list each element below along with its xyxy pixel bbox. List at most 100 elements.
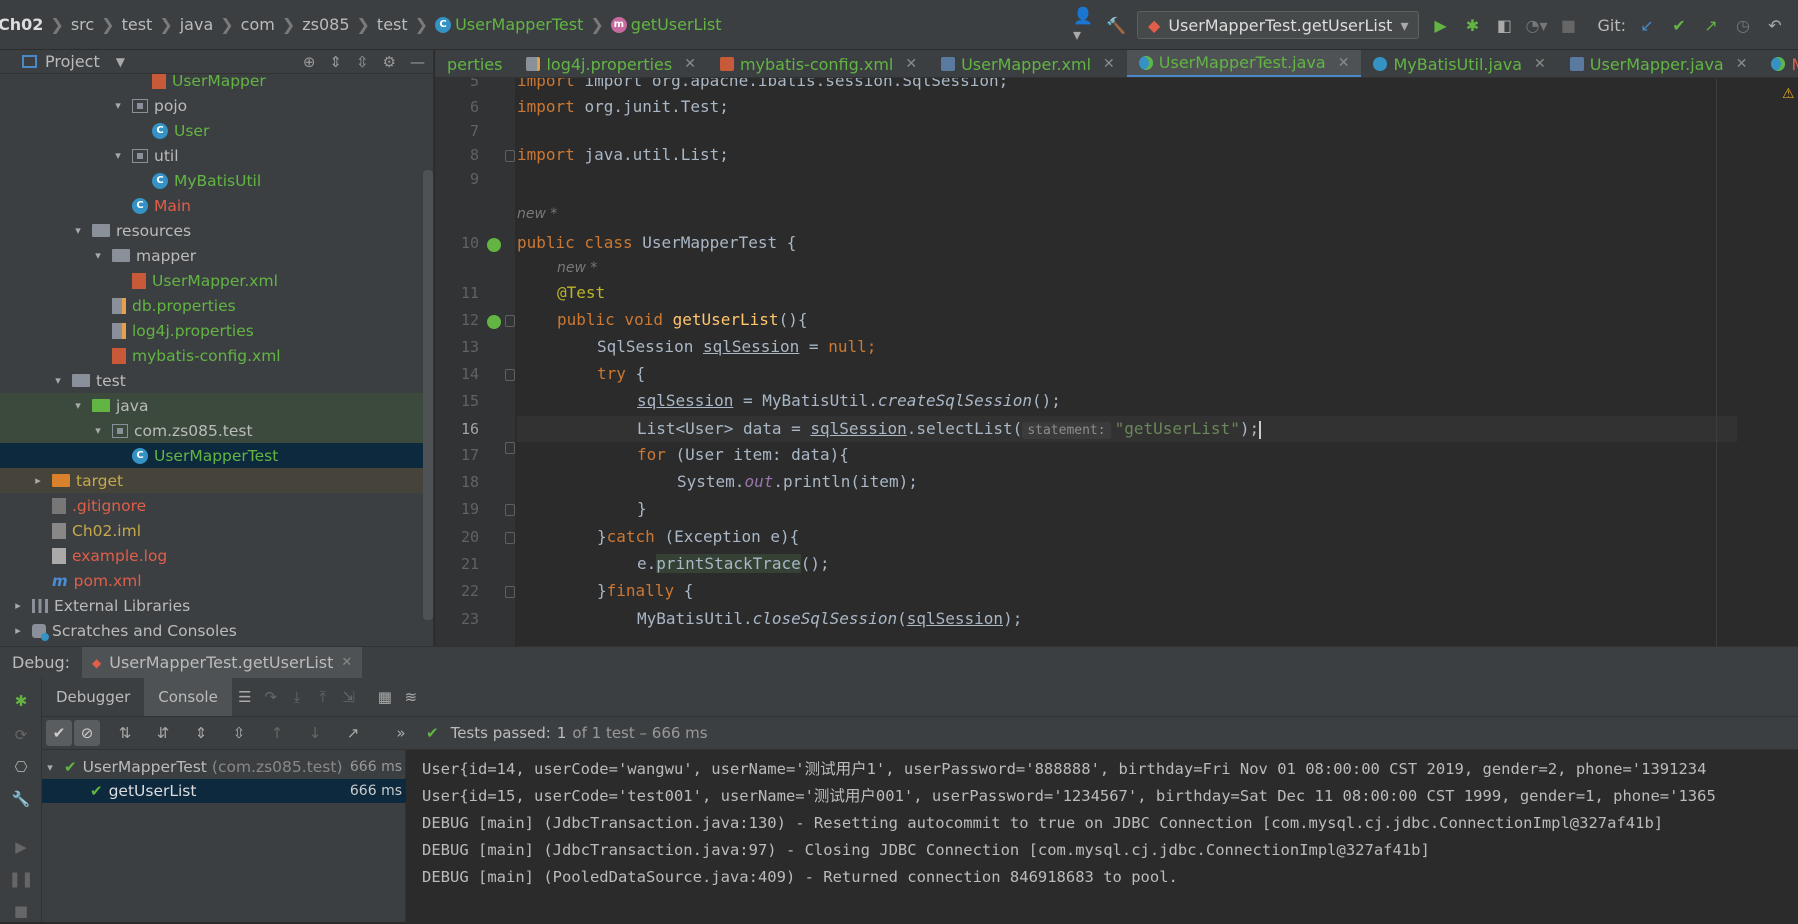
code-editor[interactable]: 5 6 7 8 9 10 11 12 13 14 15 16 17 18 19 20 21 22 23 import…	[435, 78, 1798, 646]
editor-tab[interactable]: mybatis-config.xml ✕	[708, 50, 929, 77]
code-line[interactable]: import java.util.List;	[517, 142, 1737, 168]
tree-item[interactable]: example.log	[0, 543, 424, 568]
fold-icon[interactable]	[505, 504, 515, 516]
sort-alpha-icon[interactable]: ⇅	[112, 720, 138, 746]
scrollbar[interactable]	[423, 170, 433, 620]
code-line-current[interactable]: List<User> data = sqlSession.selectList(…	[517, 416, 1737, 442]
evaluate-icon[interactable]: ▦	[372, 684, 398, 710]
rollback-icon[interactable]: ↶	[1764, 14, 1786, 36]
chevron-down-icon[interactable]: ▾	[52, 374, 64, 387]
editor-tab[interactable]: perties	[435, 50, 514, 77]
menu-icon[interactable]: ☰	[232, 684, 258, 710]
chevron-down-icon[interactable]: ▾	[72, 399, 84, 412]
close-icon[interactable]: ✕	[905, 56, 917, 72]
test-suite-row[interactable]: ▾ ✔ UserMapperTest (com.zs085.test) 666 …	[42, 755, 406, 779]
coverage-icon[interactable]: ◧	[1493, 14, 1515, 36]
stop-icon[interactable]: ■	[1557, 14, 1579, 36]
tree-item[interactable]: UserMapper.xml	[0, 268, 424, 293]
tree-item[interactable]: C User	[0, 118, 424, 143]
tree-item[interactable]: C Main	[0, 193, 424, 218]
fold-icon[interactable]	[505, 315, 515, 327]
code-line[interactable]: @Test	[517, 280, 1737, 306]
breadcrumb-item[interactable]: java	[180, 15, 214, 34]
fold-icon[interactable]	[505, 532, 515, 544]
breadcrumb-item[interactable]: m getUserList	[610, 15, 722, 34]
code-line[interactable]: System.out.println(item);	[517, 469, 1737, 495]
resume-icon[interactable]: ▶	[8, 834, 34, 860]
tree-item[interactable]: ▸ Scratches and Consoles	[0, 618, 424, 643]
breadcrumb-item[interactable]: src	[71, 15, 94, 34]
step-into-icon[interactable]: ⤓	[284, 684, 310, 710]
collapse-all-icon[interactable]: ⇳	[226, 720, 252, 746]
tree-item[interactable]: mybatis-config.xml	[0, 343, 424, 368]
close-icon[interactable]: ✕	[1103, 56, 1115, 72]
code-line[interactable]: SqlSession sqlSession = null;	[517, 334, 1737, 360]
chevron-down-icon[interactable]: ▾	[92, 424, 104, 437]
tree-item[interactable]: ▾ mapper	[0, 243, 424, 268]
line-number[interactable]: 9	[435, 170, 485, 188]
run-test-icon[interactable]	[487, 238, 501, 252]
expand-all-icon[interactable]: ⇕	[329, 53, 342, 71]
locate-icon[interactable]: ⊕	[303, 53, 316, 71]
code-line[interactable]: for (User item: data){	[517, 442, 1737, 468]
editor-tab[interactable]: Main.java✕	[1759, 50, 1798, 77]
fold-icon[interactable]	[505, 442, 515, 454]
user-icon[interactable]: 👤▾	[1073, 6, 1095, 44]
next-failed-icon[interactable]: ↓	[302, 720, 328, 746]
code-line[interactable]: public class UserMapperTest {	[517, 230, 1737, 256]
code-line[interactable]: }	[517, 496, 1737, 522]
code-line[interactable]: public void getUserList(){	[517, 307, 1737, 333]
code-area[interactable]: import import org.apache.ibatis.session.…	[517, 78, 1737, 646]
tree-item[interactable]: ▸ target	[0, 468, 424, 493]
export-icon[interactable]: ↗	[340, 720, 366, 746]
code-line[interactable]: e.printStackTrace();	[517, 551, 1737, 577]
tree-item[interactable]: ▾ pojo	[0, 93, 424, 118]
editor-tab[interactable]: UserMapper.xml ✕	[929, 50, 1127, 77]
run-configuration-select[interactable]: ◆ UserMapperTest.getUserList ▾	[1137, 11, 1420, 39]
breadcrumb-item[interactable]: test	[122, 15, 153, 34]
code-author-hint[interactable]: new *	[557, 260, 597, 276]
line-number[interactable]: 6	[435, 98, 485, 116]
collapse-all-icon[interactable]: ⇳	[356, 53, 369, 71]
line-number[interactable]: 20	[435, 528, 485, 546]
run-icon[interactable]: ▶	[1429, 14, 1451, 36]
profile-icon[interactable]: ◔▾	[1525, 14, 1547, 36]
close-icon[interactable]: ✕	[1736, 56, 1748, 72]
chevron-right-icon[interactable]: ▸	[32, 474, 44, 487]
fold-icon[interactable]	[505, 586, 515, 598]
step-over-icon[interactable]: ↷	[258, 684, 284, 710]
fold-icon[interactable]	[505, 369, 515, 381]
line-number[interactable]: 22	[435, 582, 485, 600]
run-test-icon[interactable]	[487, 315, 501, 329]
chevron-down-icon[interactable]: ▾	[92, 249, 104, 262]
line-number[interactable]: 5	[435, 78, 485, 90]
show-passed-icon[interactable]: ✔	[46, 720, 72, 746]
code-line[interactable]: import import org.apache.ibatis.session.…	[517, 78, 1737, 94]
minimize-icon[interactable]: —	[410, 53, 425, 71]
tree-item[interactable]: db.properties	[0, 293, 424, 318]
tree-item[interactable]: m pom.xml	[0, 568, 424, 593]
line-number[interactable]: 14	[435, 365, 485, 383]
stop-icon[interactable]: ■	[8, 898, 34, 924]
breadcrumb-item[interactable]: zs085	[302, 15, 349, 34]
breadcrumb-item[interactable]: C UserMapperTest	[435, 15, 583, 34]
editor-tab[interactable]: MyBatisUtil.java ✕	[1361, 50, 1557, 77]
chevron-down-icon[interactable]: ▾	[112, 99, 124, 112]
line-number[interactable]: 19	[435, 500, 485, 518]
console-output[interactable]: User{id=14, userCode='wangwu', userName=…	[406, 750, 1798, 922]
expand-all-icon[interactable]: ⇕	[188, 720, 214, 746]
chevron-right-icon[interactable]: ▸	[12, 599, 24, 612]
pause-icon[interactable]: ❚❚	[8, 866, 34, 892]
close-icon[interactable]: ✕	[684, 56, 696, 72]
chevron-down-icon[interactable]: ▾	[44, 761, 56, 774]
tree-item[interactable]: ▾ resources	[0, 218, 424, 243]
line-number[interactable]: 7	[435, 122, 485, 140]
editor-tab[interactable]: UserMapperTest.java ✕	[1126, 50, 1362, 77]
git-commit-icon[interactable]: ✔	[1668, 14, 1690, 36]
breadcrumb-item[interactable]: test	[377, 15, 408, 34]
line-number[interactable]: 18	[435, 473, 485, 491]
code-line[interactable]: import org.junit.Test;	[517, 94, 1737, 120]
chevron-down-icon[interactable]: ▼	[116, 55, 125, 69]
project-view-select[interactable]: Project	[45, 52, 100, 71]
warning-icon[interactable]: ⚠	[1782, 86, 1795, 102]
